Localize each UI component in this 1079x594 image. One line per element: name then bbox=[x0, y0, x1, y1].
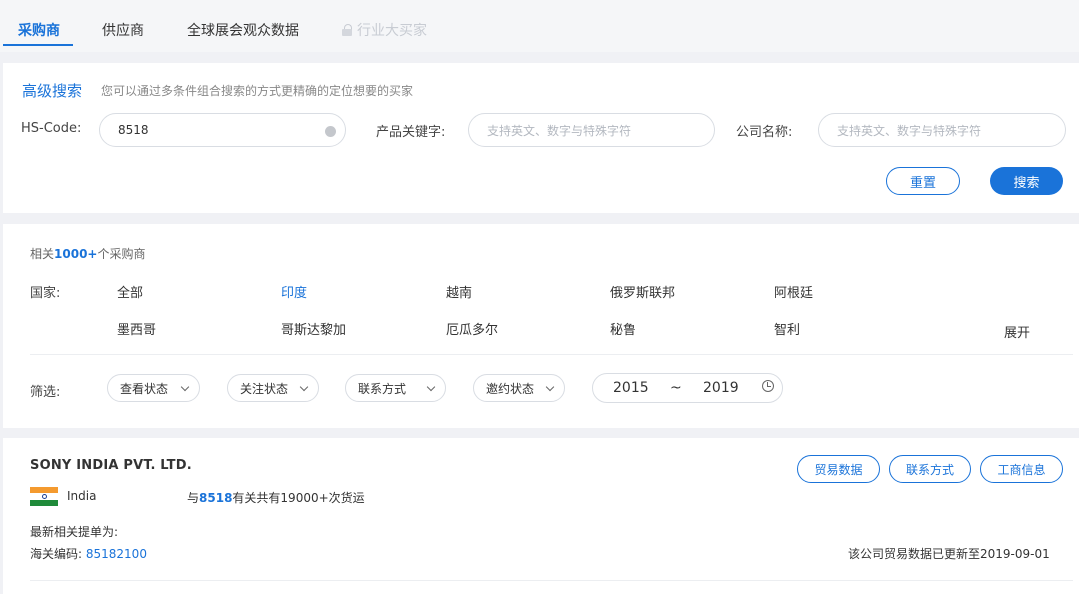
year-from: 2015 bbox=[613, 380, 649, 396]
country-option[interactable]: 墨西哥 bbox=[117, 319, 156, 338]
advanced-search-description: 您可以通过多条件组合搜索的方式更精确的定位想要的买家 bbox=[101, 84, 414, 98]
trade-data-button[interactable]: 贸易数据 bbox=[797, 455, 880, 483]
tab-exhibition-visitors[interactable]: 全球展会观众数据 bbox=[187, 20, 299, 40]
country-option[interactable]: 秘鲁 bbox=[610, 319, 636, 338]
results-count-number: 1000+ bbox=[54, 247, 98, 261]
product-keyword-label: 产品关键字: bbox=[376, 125, 446, 140]
reset-button[interactable]: 重置 bbox=[886, 167, 960, 195]
tab-industry-big-buyers[interactable]: 行业大买家 bbox=[342, 20, 427, 40]
divider bbox=[30, 580, 1073, 581]
divider bbox=[30, 354, 1073, 355]
shipments-summary: 与8518有关共有19000+次货运 bbox=[187, 491, 365, 505]
india-flag-icon bbox=[30, 487, 58, 506]
clear-input-icon[interactable] bbox=[325, 126, 336, 137]
follow-status-dropdown[interactable]: 关注状态 bbox=[227, 374, 319, 402]
hs-code-line: 海关编码: 85182100 bbox=[30, 547, 147, 561]
company-name-input[interactable]: 支持英文、数字与特殊字符 bbox=[818, 113, 1066, 147]
country-option[interactable]: 阿根廷 bbox=[774, 282, 813, 301]
contact-method-dropdown[interactable]: 联系方式 bbox=[345, 374, 446, 402]
company-name[interactable]: SONY INDIA PVT. LTD. bbox=[30, 458, 192, 473]
company-country: India bbox=[67, 489, 97, 503]
business-info-button[interactable]: 工商信息 bbox=[980, 455, 1063, 483]
country-option[interactable]: 厄瓜多尔 bbox=[446, 319, 498, 338]
year-range-separator: ~ bbox=[670, 380, 682, 396]
expand-countries-link[interactable]: 展开 bbox=[1004, 322, 1030, 341]
company-name-placeholder: 支持英文、数字与特殊字符 bbox=[837, 123, 982, 138]
hs-code-link[interactable]: 85182100 bbox=[86, 547, 147, 561]
results-count: 相关1000+个采购商 bbox=[30, 247, 146, 261]
product-keyword-placeholder: 支持英文、数字与特殊字符 bbox=[487, 123, 632, 138]
active-tab-indicator bbox=[3, 44, 73, 46]
contact-info-button[interactable]: 联系方式 bbox=[889, 455, 971, 483]
advanced-search-title: 高级搜索 bbox=[22, 82, 83, 100]
search-button[interactable]: 搜索 bbox=[990, 167, 1063, 195]
hs-code-input[interactable]: 8518 bbox=[99, 113, 346, 147]
country-option-selected[interactable]: 印度 bbox=[281, 282, 307, 301]
chevron-down-icon bbox=[545, 382, 555, 392]
country-option[interactable]: 哥斯达黎加 bbox=[281, 319, 346, 338]
data-updated-text: 该公司贸易数据已更新至2019-09-01 bbox=[848, 547, 1050, 561]
result-card: SONY INDIA PVT. LTD. India 与8518有关共有1900… bbox=[3, 438, 1079, 594]
country-option[interactable]: 全部 bbox=[117, 282, 143, 301]
filter-label: 筛选: bbox=[30, 385, 61, 400]
year-to: 2019 bbox=[703, 380, 739, 396]
year-range-picker[interactable]: 2015 ~ 2019 bbox=[592, 373, 783, 403]
advanced-search-panel: 高级搜索 您可以通过多条件组合搜索的方式更精确的定位想要的买家 HS-Code:… bbox=[3, 63, 1079, 213]
lock-icon bbox=[342, 24, 352, 36]
country-option[interactable]: 越南 bbox=[446, 282, 472, 301]
top-tabs: 采购商 供应商 全球展会观众数据 行业大买家 bbox=[0, 0, 1079, 52]
tab-industry-big-buyers-label: 行业大买家 bbox=[357, 23, 427, 39]
country-label: 国家: bbox=[30, 286, 61, 301]
invite-status-dropdown[interactable]: 邀约状态 bbox=[473, 374, 565, 402]
chevron-down-icon bbox=[299, 382, 309, 392]
product-keyword-input[interactable]: 支持英文、数字与特殊字符 bbox=[468, 113, 715, 147]
filter-panel: 相关1000+个采购商 国家: 全部 印度 越南 俄罗斯联邦 阿根廷 墨西哥 哥… bbox=[3, 224, 1079, 428]
hs-code-label: HS-Code: bbox=[21, 121, 82, 136]
chevron-down-icon bbox=[426, 382, 436, 392]
country-option[interactable]: 智利 bbox=[774, 319, 800, 338]
chevron-down-icon bbox=[180, 382, 190, 392]
clock-icon bbox=[762, 380, 774, 392]
tab-suppliers[interactable]: 供应商 bbox=[102, 20, 144, 40]
tab-buyers[interactable]: 采购商 bbox=[18, 20, 60, 40]
company-name-label: 公司名称: bbox=[736, 125, 793, 140]
view-status-dropdown[interactable]: 查看状态 bbox=[107, 374, 200, 402]
latest-bill-label: 最新相关提单为: bbox=[30, 525, 119, 539]
hs-code-value: 8518 bbox=[118, 123, 149, 137]
country-option[interactable]: 俄罗斯联邦 bbox=[610, 282, 675, 301]
